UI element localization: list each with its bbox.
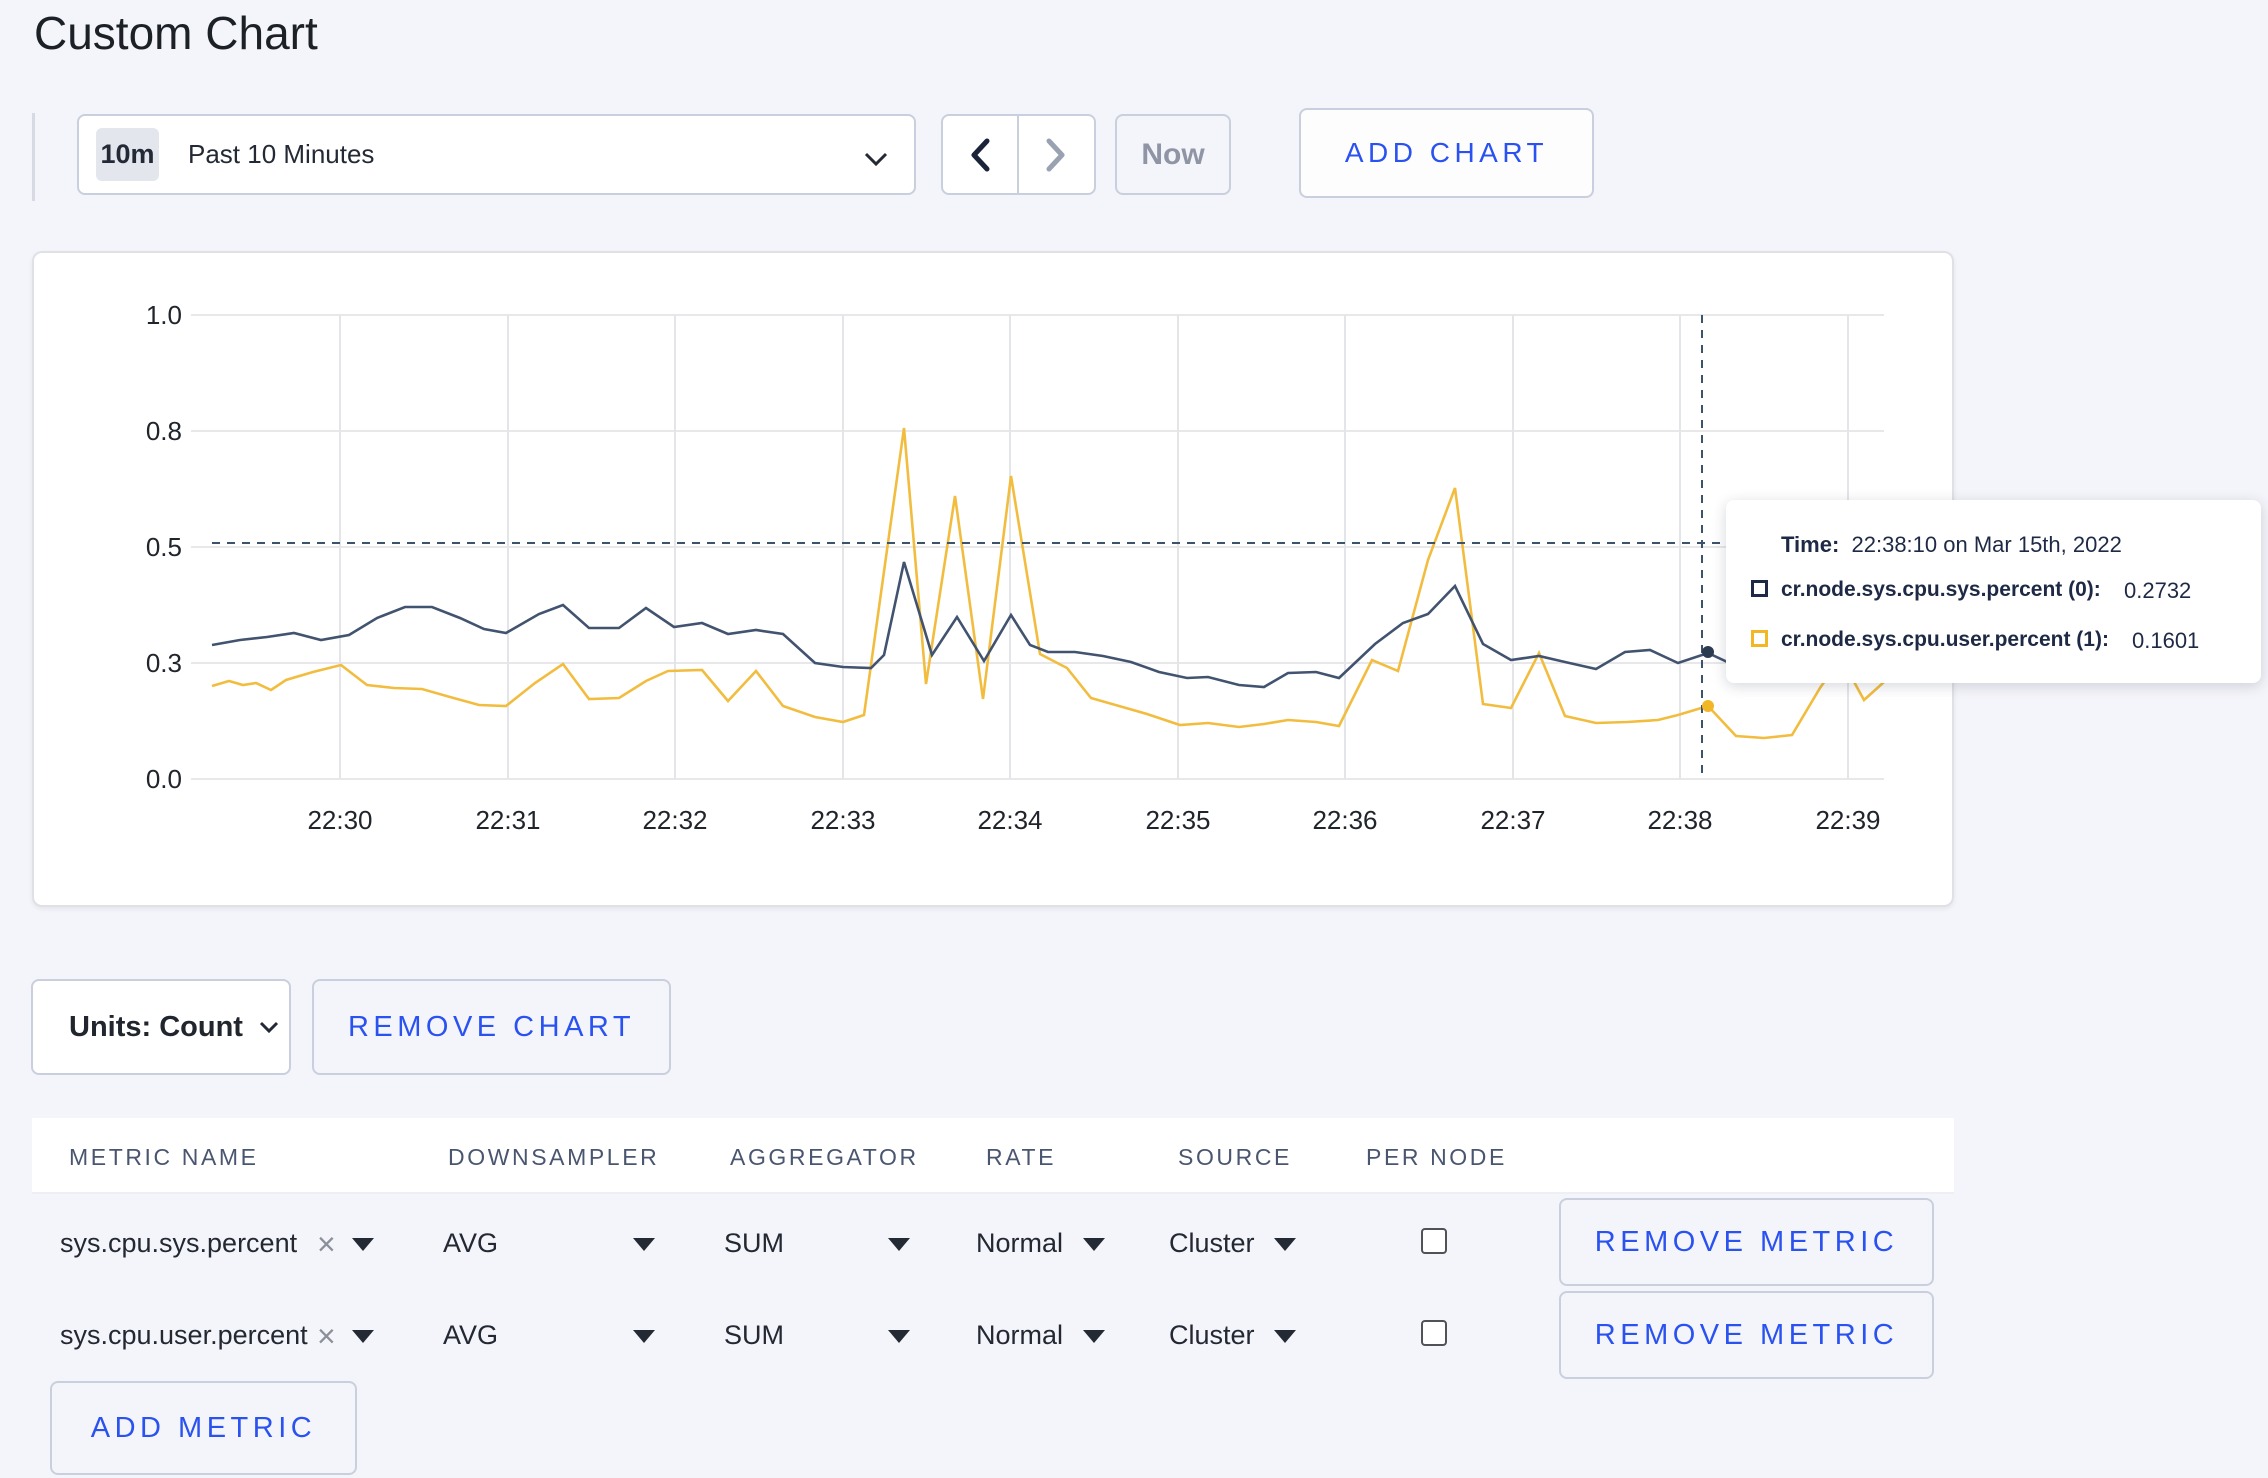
- svg-text:1.0: 1.0: [146, 300, 182, 330]
- svg-text:0.3: 0.3: [146, 648, 182, 678]
- svg-text:22:30: 22:30: [307, 805, 372, 835]
- svg-text:22:38: 22:38: [1647, 805, 1712, 835]
- svg-text:22:39: 22:39: [1815, 805, 1880, 835]
- svg-text:22:32: 22:32: [642, 805, 707, 835]
- svg-text:0.8: 0.8: [146, 416, 182, 446]
- svg-text:0.0: 0.0: [146, 764, 182, 794]
- svg-text:22:35: 22:35: [1145, 805, 1210, 835]
- svg-text:22:34: 22:34: [977, 805, 1042, 835]
- svg-text:22:31: 22:31: [475, 805, 540, 835]
- svg-text:22:37: 22:37: [1480, 805, 1545, 835]
- svg-text:22:33: 22:33: [810, 805, 875, 835]
- svg-text:22:36: 22:36: [1312, 805, 1377, 835]
- svg-text:0.5: 0.5: [146, 532, 182, 562]
